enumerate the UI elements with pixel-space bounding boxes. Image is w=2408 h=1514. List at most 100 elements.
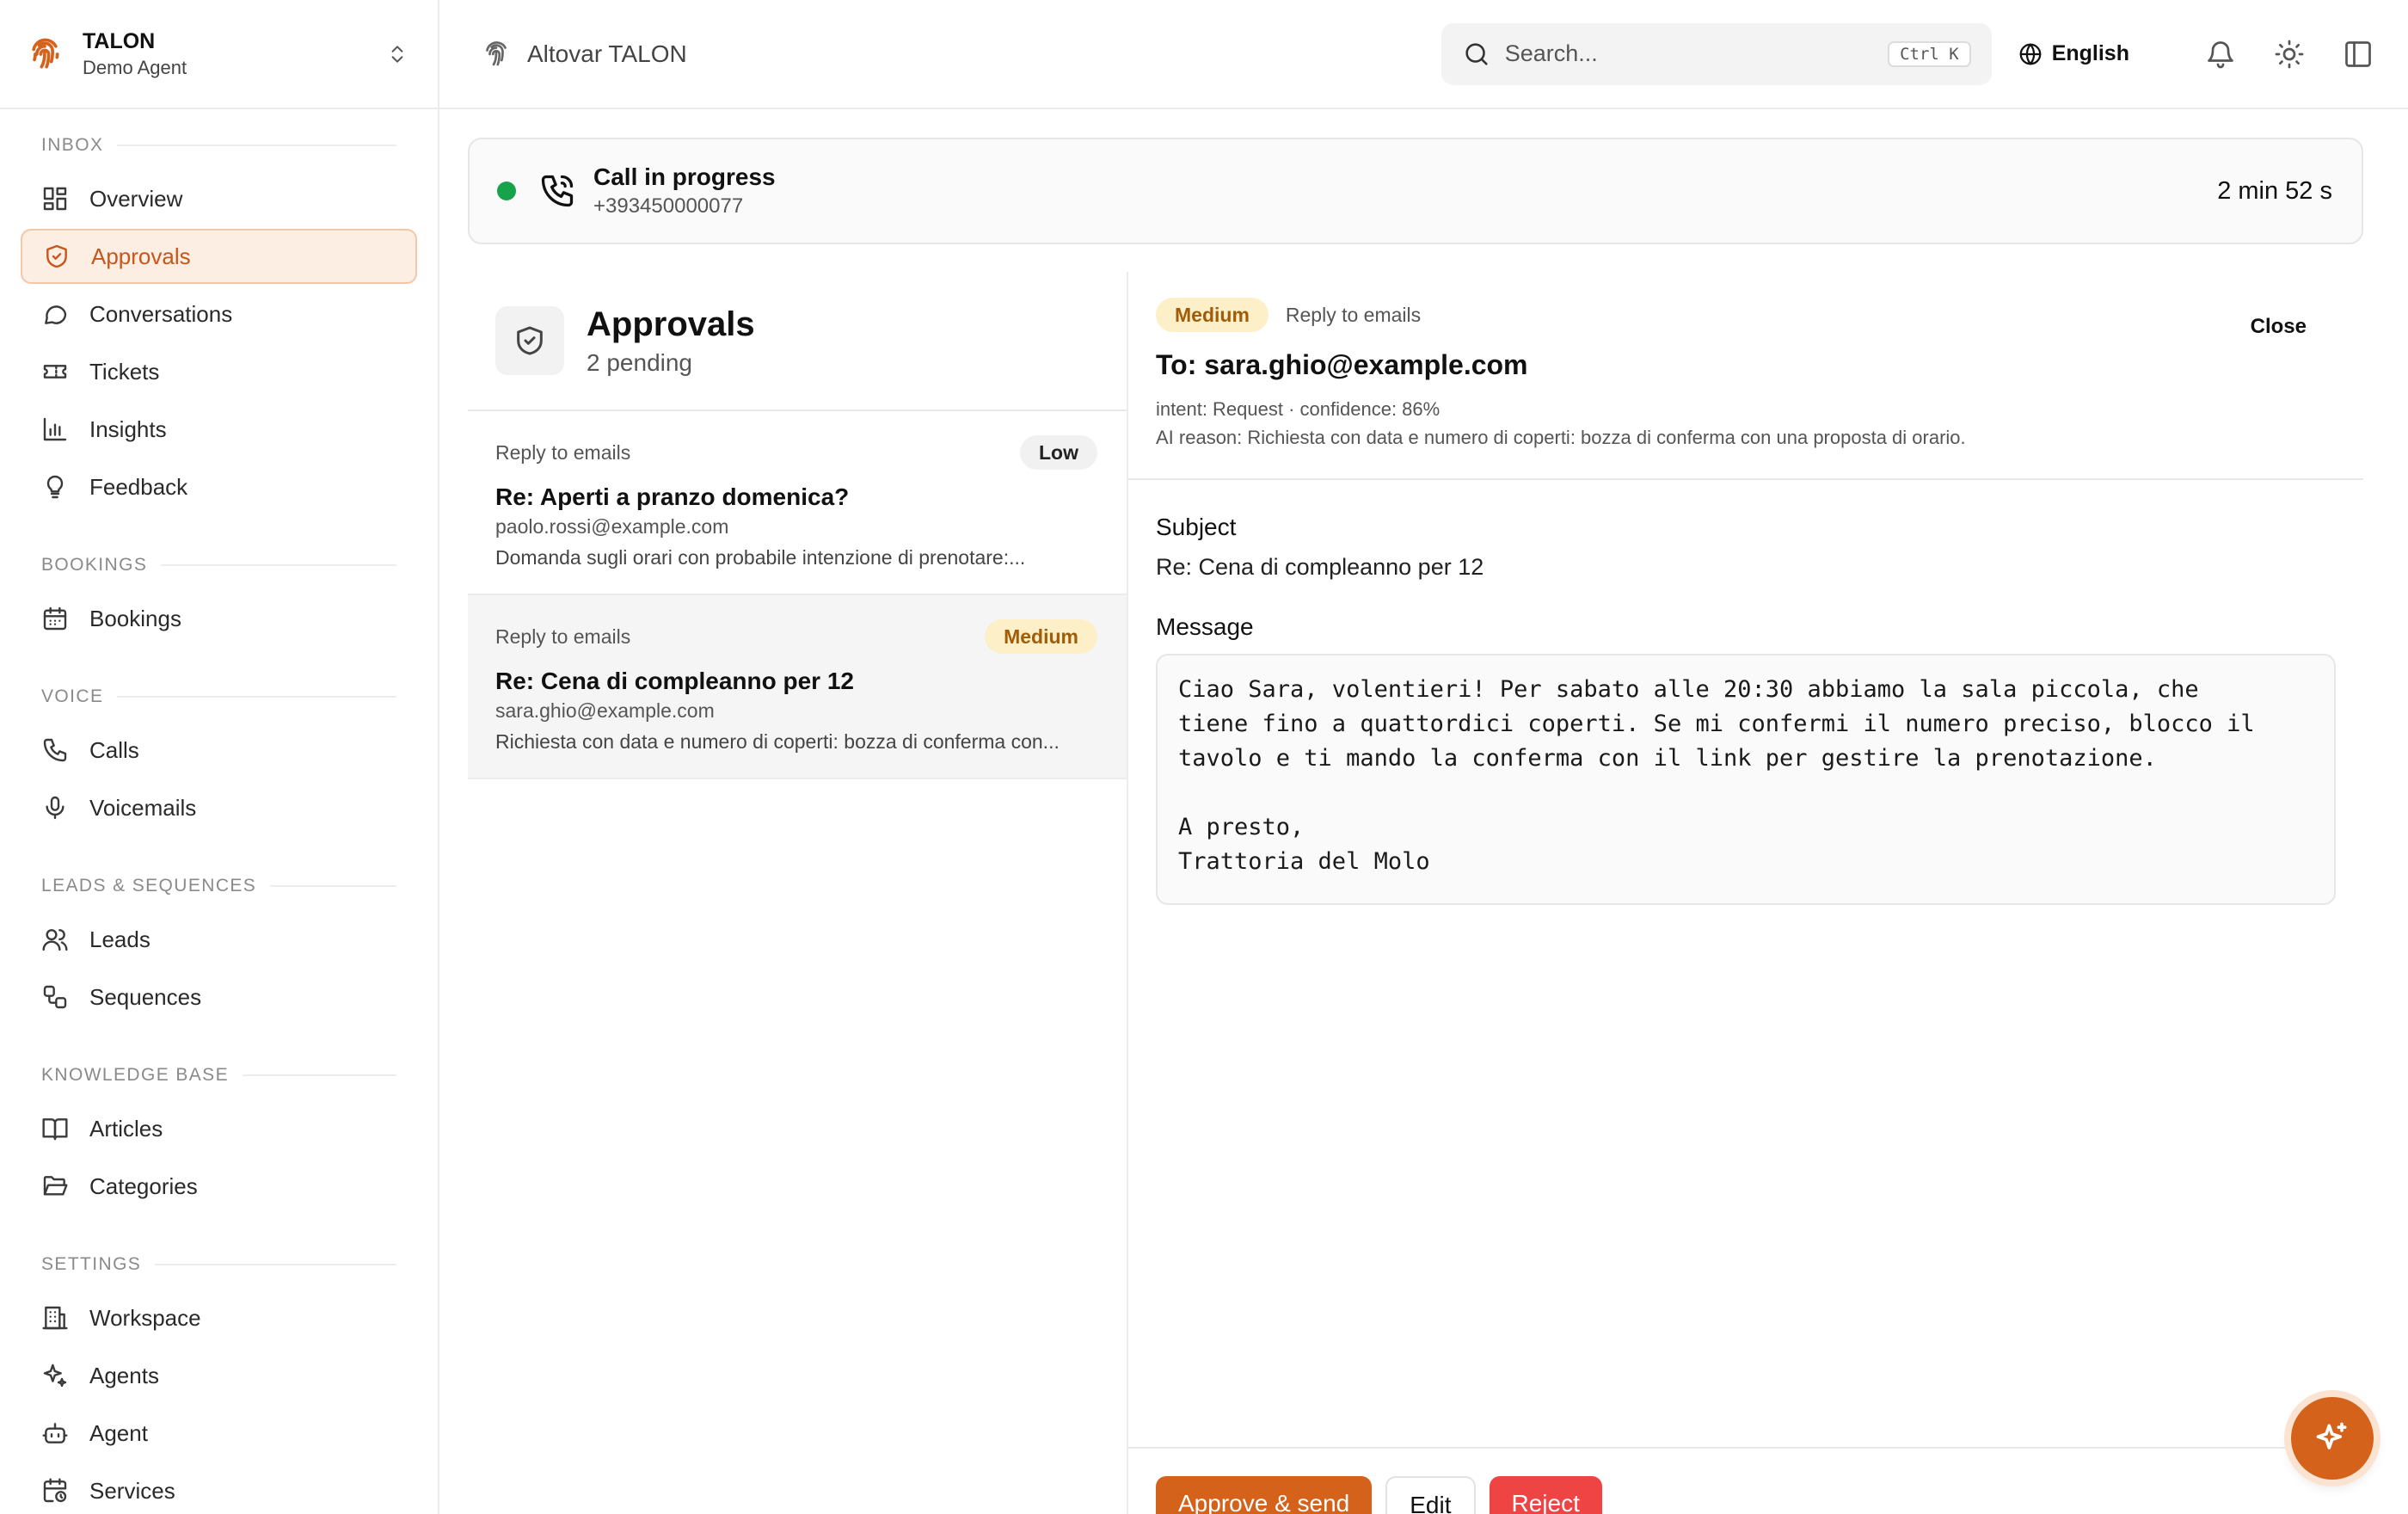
chat-bubble-icon — [45, 305, 67, 324]
shield-check-icon — [46, 244, 67, 268]
intent-info: intent: Request · confidence: 86% — [1156, 398, 1440, 420]
sidebar-item-label: Agents — [89, 1362, 159, 1388]
priority-badge: Medium — [1156, 298, 1268, 332]
chevrons-up-down-icon[interactable] — [386, 40, 408, 69]
sidebar-item-label: Categories — [89, 1172, 198, 1199]
sidebar-item-conversations[interactable]: Conversations — [21, 286, 417, 342]
sidebar-item-workspace[interactable]: Workspace — [21, 1290, 417, 1345]
search-input[interactable]: Search... Ctrl K — [1440, 22, 1992, 85]
globe-icon — [2019, 43, 2042, 65]
priority-badge: Low — [1020, 435, 1097, 470]
section-label: KNOWLEDGE BASE — [41, 1065, 229, 1085]
ticket-icon — [43, 365, 67, 378]
ai-reason: AI reason: Richiesta con data e numero d… — [1156, 427, 1966, 448]
item-type: Reply to emails — [495, 440, 631, 464]
item-preview: Richiesta con data e numero di coperti: … — [495, 730, 1060, 753]
reject-button[interactable]: Reject — [1489, 1476, 1602, 1514]
sun-icon[interactable] — [2274, 39, 2305, 70]
grid-icon — [43, 187, 67, 211]
fingerprint-icon — [486, 40, 507, 65]
folder-open-icon — [43, 1176, 68, 1196]
call-banner[interactable]: Call in progress +393450000077 2 min 52 … — [468, 138, 2363, 244]
subject-label: Subject — [1156, 514, 1237, 540]
sidebar-item-label: Overview — [89, 185, 183, 212]
sidebar-item-label: Insights — [89, 415, 167, 442]
sidebar-item-label: Leads — [89, 926, 150, 952]
pending-count: 2 pending — [587, 349, 693, 376]
list-item[interactable]: Reply to emails Medium Re: Cena di compl… — [468, 595, 1127, 779]
sidebar-nav: INBOX Overview Approvals Conversations T… — [0, 109, 438, 1514]
message-body[interactable]: Ciao Sara, volentieri! Per sabato alle 2… — [1156, 654, 2336, 905]
section-header-bookings: BOOKINGS — [21, 550, 417, 581]
sidebar-item-label: Articles — [89, 1115, 163, 1142]
call-duration: 2 min 52 s — [2217, 176, 2332, 205]
fingerprint-icon — [32, 38, 59, 68]
sparkles-icon — [2316, 1422, 2347, 1449]
section-label: INBOX — [41, 135, 104, 155]
ai-assistant-button[interactable] — [2291, 1397, 2374, 1480]
page-title: Approvals — [587, 305, 755, 343]
sidebar-item-calls[interactable]: Calls — [21, 723, 417, 778]
top-bar: Altovar TALON Search... Ctrl K English — [439, 0, 2408, 109]
search-placeholder: Search... — [1504, 40, 1598, 66]
item-sender: sara.ghio@example.com — [495, 699, 715, 722]
sidebar-item-agents[interactable]: Agents — [21, 1348, 417, 1403]
search-shortcut: Ctrl K — [1888, 40, 1971, 67]
sidebar-item-sequences[interactable]: Sequences — [21, 969, 417, 1025]
section-label: SETTINGS — [41, 1254, 142, 1274]
detail-header: Medium Reply to emails Close To: sara.gh… — [1128, 272, 2363, 480]
sidebar-item-agent[interactable]: Agent — [21, 1406, 417, 1461]
detail-body: Subject Re: Cena di compleanno per 12 Me… — [1128, 480, 2363, 905]
phone-icon — [43, 738, 67, 762]
sidebar-item-label: Tickets — [89, 358, 160, 385]
approve-send-button[interactable]: Approve & send — [1156, 1476, 1373, 1514]
workspace-switcher[interactable]: TALON Demo Agent — [0, 0, 438, 109]
sidebar-item-label: Calls — [89, 736, 139, 763]
sidebar-item-label: Services — [89, 1477, 175, 1504]
section-label: VOICE — [41, 686, 104, 706]
sidebar-item-categories[interactable]: Categories — [21, 1159, 417, 1214]
section-header-inbox: INBOX — [21, 130, 417, 161]
sidebar-item-label: Voicemails — [89, 794, 197, 821]
sidebar-item-label: Feedback — [89, 473, 188, 500]
item-type: Reply to emails — [495, 625, 631, 648]
sidebar-item-insights[interactable]: Insights — [21, 402, 417, 457]
subject-value: Re: Cena di compleanno per 12 — [1156, 554, 1484, 580]
panel-toggle-icon[interactable] — [2343, 39, 2374, 70]
call-status-dot — [497, 182, 516, 200]
section-header-settings: SETTINGS — [21, 1249, 417, 1280]
item-subject: Re: Cena di compleanno per 12 — [495, 668, 854, 694]
language-selector[interactable]: English — [2018, 41, 2129, 67]
item-preview: Domanda sugli orari con probabile intenz… — [495, 546, 1026, 569]
phone-call-icon — [541, 175, 574, 207]
sidebar-item-approvals[interactable]: Approvals — [21, 229, 417, 284]
list-item[interactable]: Reply to emails Low Re: Aperti a pranzo … — [468, 411, 1127, 595]
section-label: BOOKINGS — [41, 555, 148, 575]
sidebar-item-services[interactable]: Services — [21, 1463, 417, 1514]
sidebar-item-articles[interactable]: Articles — [21, 1101, 417, 1156]
building-icon — [42, 1306, 68, 1330]
section-header-voice: VOICE — [21, 681, 417, 712]
approvals-header: Approvals 2 pending — [468, 272, 1127, 411]
sidebar-item-voicemails[interactable]: Voicemails — [21, 780, 417, 835]
close-button[interactable]: Close — [2251, 315, 2307, 339]
sidebar-item-label: Sequences — [89, 983, 202, 1010]
calendar-icon — [43, 606, 67, 631]
approval-detail: Medium Reply to emails Close To: sara.gh… — [1128, 272, 2363, 1514]
sidebar-item-tickets[interactable]: Tickets — [21, 344, 417, 399]
sparkles-icon — [43, 1363, 67, 1388]
edit-button[interactable]: Edit — [1385, 1476, 1476, 1514]
sidebar-item-label: Agent — [89, 1419, 148, 1446]
workspace-name: TALON — [83, 28, 156, 53]
sidebar-item-bookings[interactable]: Bookings — [21, 591, 417, 646]
sidebar-item-feedback[interactable]: Feedback — [21, 459, 417, 514]
call-status: Call in progress — [593, 163, 776, 190]
sidebar-item-overview[interactable]: Overview — [21, 171, 417, 226]
bell-icon[interactable] — [2205, 39, 2236, 70]
sidebar-item-leads[interactable]: Leads — [21, 912, 417, 967]
book-open-icon — [42, 1118, 68, 1141]
priority-badge: Medium — [985, 619, 1097, 654]
approvals-header-icon — [495, 306, 564, 375]
bot-icon — [42, 1423, 68, 1443]
action-bar: Approve & send Edit Reject — [1128, 1447, 2363, 1514]
